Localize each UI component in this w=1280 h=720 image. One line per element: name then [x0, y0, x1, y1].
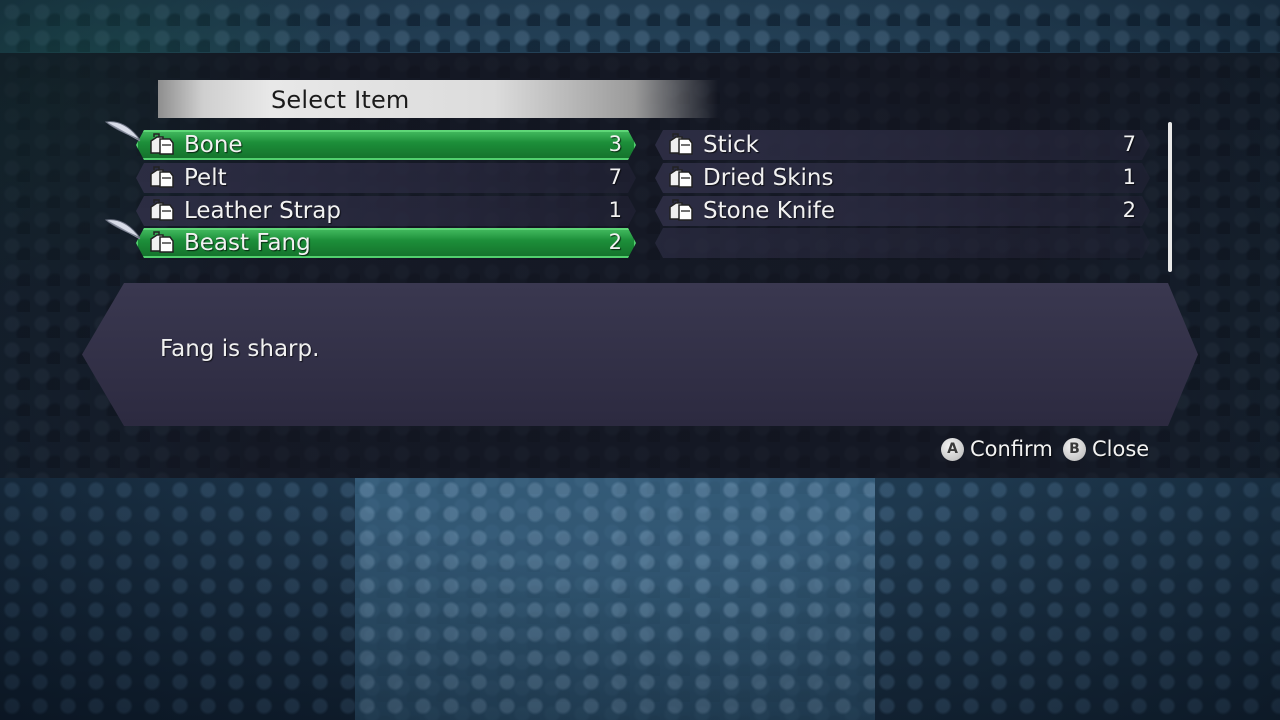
description-panel: Fang is sharp.: [82, 283, 1198, 426]
item-bag-icon: [148, 199, 176, 223]
item-count: 7: [1122, 132, 1136, 156]
item-count: 2: [1122, 198, 1136, 222]
quill-icon: [104, 219, 141, 240]
item-bag-icon: [667, 166, 695, 190]
item-name: Stone Knife: [703, 198, 836, 224]
item-name: Pelt: [184, 165, 227, 191]
item-name: Bone: [184, 132, 243, 158]
title-bar: Select Item: [158, 80, 718, 118]
close-label: Close: [1092, 437, 1150, 461]
item-name: Stick: [703, 132, 759, 158]
list-scrollbar[interactable]: [1168, 122, 1172, 272]
empty-item-slot: [655, 228, 1150, 258]
confirm-button[interactable]: A Confirm: [941, 436, 1053, 462]
item-count: 7: [608, 165, 622, 189]
item-bag-icon: [667, 199, 695, 223]
item-description: Fang is sharp.: [160, 336, 320, 362]
menu-title: Select Item: [271, 86, 410, 114]
item-bag-icon: [148, 133, 176, 157]
quill-icon: [104, 121, 141, 142]
close-button[interactable]: B Close: [1063, 436, 1149, 462]
item-beast-fang[interactable]: Beast Fang 2: [136, 228, 636, 258]
item-count: 3: [608, 132, 622, 156]
confirm-label: Confirm: [970, 437, 1053, 461]
item-bone[interactable]: Bone 3: [136, 130, 636, 160]
item-name: Dried Skins: [703, 165, 834, 191]
item-bag-icon: [667, 133, 695, 157]
item-name: Leather Strap: [184, 198, 341, 224]
item-stone-knife[interactable]: Stone Knife 2: [655, 196, 1150, 226]
item-count: 1: [608, 198, 622, 222]
item-count: 2: [608, 230, 622, 254]
item-count: 1: [1122, 165, 1136, 189]
item-leather-strap[interactable]: Leather Strap 1: [136, 196, 636, 226]
item-bag-icon: [148, 231, 176, 255]
item-dried-skins[interactable]: Dried Skins 1: [655, 163, 1150, 193]
item-name: Beast Fang: [184, 230, 311, 256]
b-button-icon: B: [1063, 437, 1086, 461]
item-pelt[interactable]: Pelt 7: [136, 163, 636, 193]
item-stick[interactable]: Stick 7: [655, 130, 1150, 160]
item-bag-icon: [148, 166, 176, 190]
a-button-icon: A: [941, 437, 964, 461]
